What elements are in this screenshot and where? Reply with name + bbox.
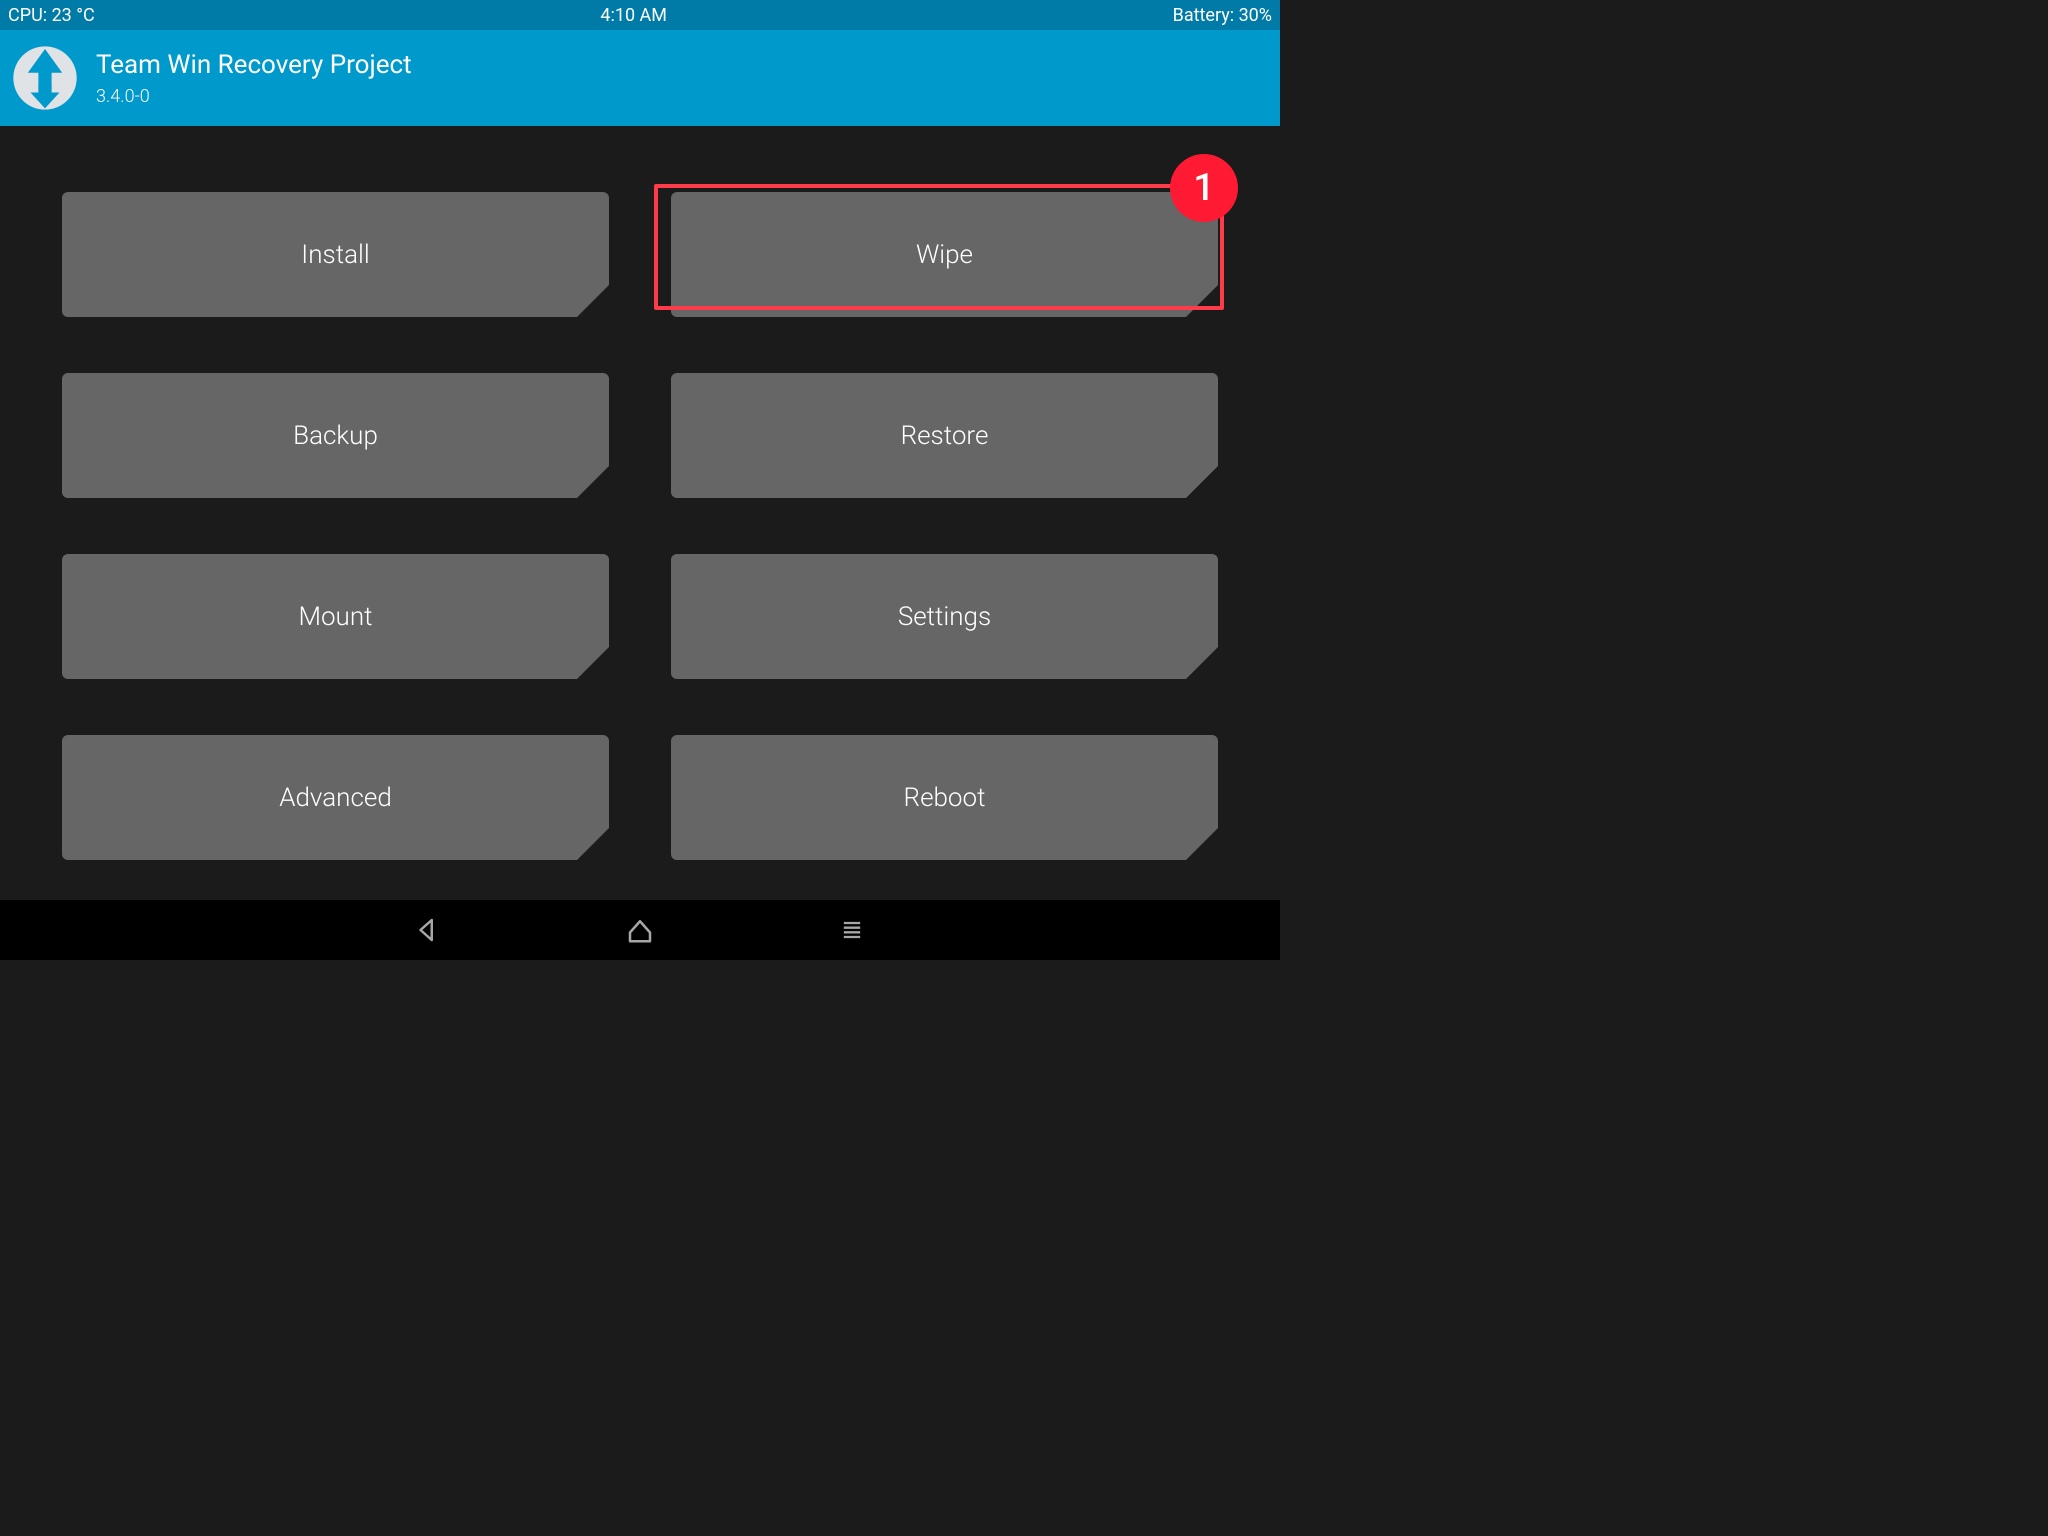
main-menu-grid: Install Wipe Backup Restore Mount Settin… (0, 126, 1280, 900)
nav-bar (0, 900, 1280, 960)
cpu-temp: CPU: 23 °C (8, 5, 95, 26)
app-title: Team Win Recovery Project (96, 50, 412, 80)
tile-label: Settings (898, 602, 991, 632)
mount-button[interactable]: Mount (62, 554, 609, 679)
annotation-number: 1 (1193, 166, 1215, 210)
tile-label: Restore (901, 421, 989, 451)
settings-button[interactable]: Settings (671, 554, 1218, 679)
battery-level: Battery: 30% (1173, 5, 1272, 26)
tile-label: Wipe (916, 240, 973, 270)
back-icon[interactable] (411, 913, 445, 947)
tile-label: Install (301, 240, 369, 270)
menu-icon[interactable] (835, 913, 869, 947)
tile-label: Mount (298, 602, 372, 632)
restore-button[interactable]: Restore (671, 373, 1218, 498)
tile-label: Reboot (904, 783, 986, 813)
clock: 4:10 AM (600, 5, 667, 26)
wipe-button[interactable]: Wipe (671, 192, 1218, 317)
tile-label: Backup (293, 421, 378, 451)
reboot-button[interactable]: Reboot (671, 735, 1218, 860)
app-header: Team Win Recovery Project 3.4.0-0 (0, 30, 1280, 126)
status-bar: CPU: 23 °C 4:10 AM Battery: 30% (0, 0, 1280, 30)
backup-button[interactable]: Backup (62, 373, 609, 498)
install-button[interactable]: Install (62, 192, 609, 317)
advanced-button[interactable]: Advanced (62, 735, 609, 860)
annotation-badge: 1 (1170, 154, 1238, 222)
twrp-logo-icon (12, 45, 78, 111)
app-version: 3.4.0-0 (96, 86, 412, 107)
home-icon[interactable] (623, 913, 657, 947)
header-text: Team Win Recovery Project 3.4.0-0 (96, 50, 412, 107)
tile-label: Advanced (279, 783, 392, 813)
